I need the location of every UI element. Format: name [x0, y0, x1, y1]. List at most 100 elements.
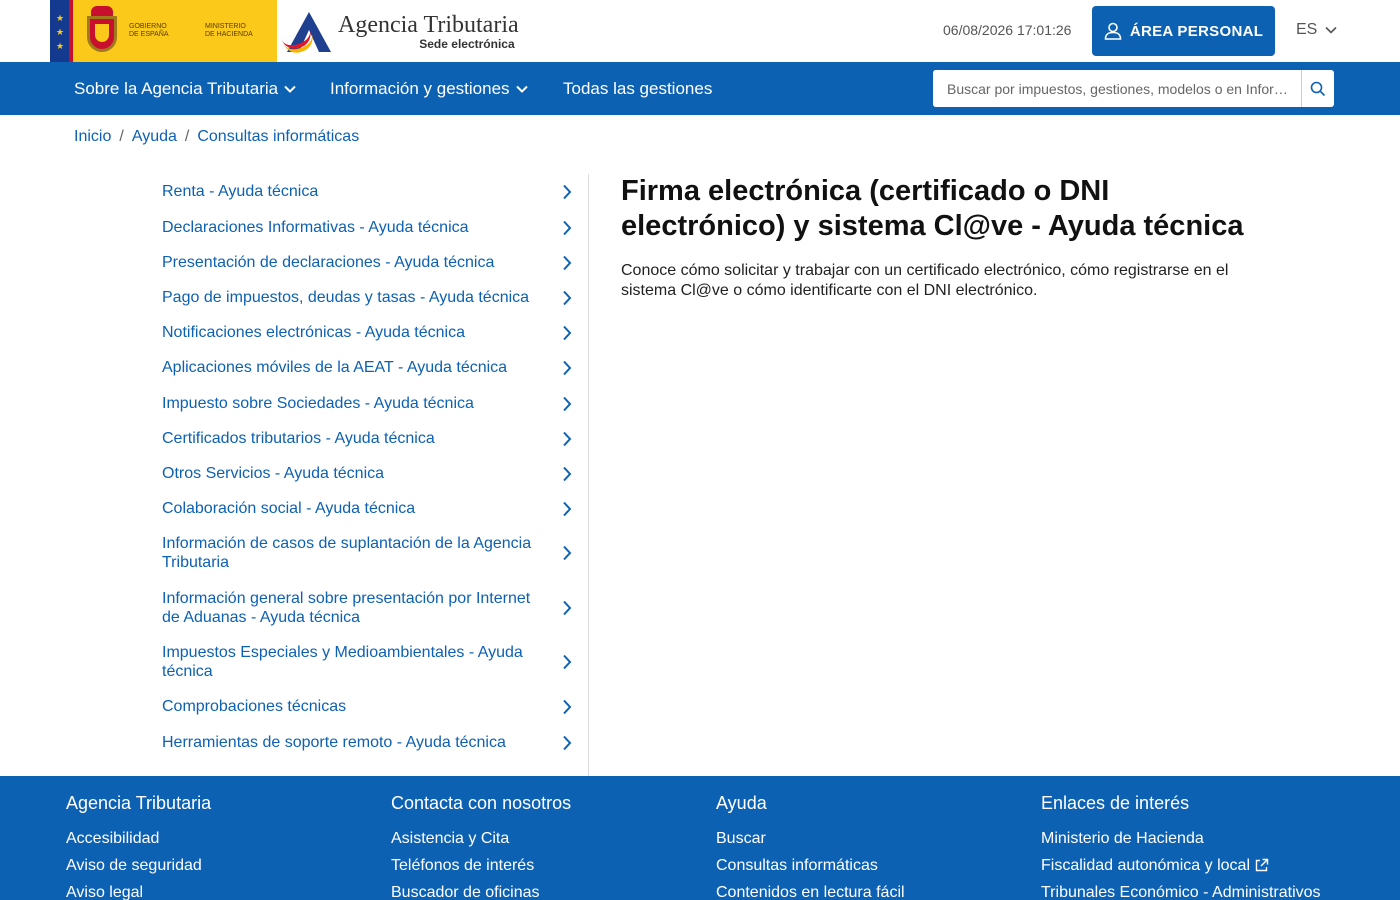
- chevron-right-icon: [563, 396, 572, 411]
- footer-link-ministerio-hacienda[interactable]: Ministerio de Hacienda: [1041, 829, 1321, 848]
- language-selector[interactable]: ES: [1296, 21, 1337, 39]
- chevron-right-icon: [563, 220, 572, 235]
- sidebar-item-certificados-tributarios[interactable]: Certificados tributarios - Ayuda técnica: [162, 429, 572, 448]
- search-input[interactable]: [933, 70, 1301, 107]
- chevron-right-icon: [563, 255, 572, 270]
- chevron-right-icon: [563, 290, 572, 305]
- area-personal-label: ÁREA PERSONAL: [1129, 22, 1264, 40]
- sidebar-item-label: Notificaciones electrónicas - Ayuda técn…: [162, 324, 465, 341]
- government-logo[interactable]: ★ ★ ★ GOBIERNO DE ESPAÑA MINISTERIO DE H…: [50, 0, 277, 62]
- footer-column-ayuda: Ayuda Buscar Consultas informáticas Cont…: [716, 793, 905, 900]
- nav-informacion-gestiones[interactable]: Información y gestiones: [330, 79, 528, 99]
- sidebar-item-label: Información de casos de suplantación de …: [162, 535, 532, 571]
- sidebar-item-pago-impuestos[interactable]: Pago de impuestos, deudas y tasas - Ayud…: [162, 288, 572, 307]
- ministry-label: MINISTERIO DE HACIENDA: [205, 23, 253, 38]
- external-link-icon: [1255, 858, 1269, 872]
- footer-column-enlaces: Enlaces de interés Ministerio de Haciend…: [1041, 793, 1321, 900]
- current-datetime: 06/08/2026 17:01:26: [943, 22, 1072, 38]
- footer-heading: Contacta con nosotros: [391, 793, 572, 813]
- sidebar-item-label: Impuestos Especiales y Medioambientales …: [162, 644, 523, 680]
- chevron-right-icon: [563, 600, 572, 616]
- sidebar-item-impuestos-especiales[interactable]: Impuestos Especiales y Medioambientales …: [162, 643, 572, 681]
- sidebar-item-suplantacion[interactable]: Información de casos de suplantación de …: [162, 534, 572, 572]
- breadcrumb-separator: /: [119, 128, 124, 145]
- sidebar-item-declaraciones-informativas[interactable]: Declaraciones Informativas - Ayuda técni…: [162, 218, 572, 237]
- sidebar-item-comprobaciones-tecnicas[interactable]: Comprobaciones técnicas: [162, 697, 572, 716]
- sidebar-item-aplicaciones-moviles[interactable]: Aplicaciones móviles de la AEAT - Ayuda …: [162, 358, 572, 377]
- breadcrumb: Inicio / Ayuda / Consultas informáticas: [74, 128, 359, 146]
- star-icon: ★: [56, 27, 65, 37]
- footer-link-aviso-seguridad[interactable]: Aviso de seguridad: [66, 856, 211, 875]
- nav-item-label: Información y gestiones: [330, 79, 510, 98]
- footer-link-buscar[interactable]: Buscar: [716, 829, 905, 848]
- footer-column-agencia: Agencia Tributaria Accesibilidad Aviso d…: [66, 793, 211, 900]
- main-navigation: Sobre la Agencia Tributaria Información …: [0, 62, 1400, 115]
- sidebar-item-renta[interactable]: Renta - Ayuda técnica: [162, 182, 572, 201]
- chevron-down-icon: [515, 85, 528, 93]
- chevron-right-icon: [563, 466, 572, 481]
- star-icon: ★: [56, 41, 65, 51]
- top-header: ★ ★ ★ GOBIERNO DE ESPAÑA MINISTERIO DE H…: [0, 0, 1400, 62]
- sidebar-item-colaboracion-social[interactable]: Colaboración social - Ayuda técnica: [162, 499, 572, 518]
- footer-heading: Agencia Tributaria: [66, 793, 212, 813]
- breadcrumb-ayuda[interactable]: Ayuda: [132, 128, 177, 146]
- sidebar-item-notificaciones[interactable]: Notificaciones electrónicas - Ayuda técn…: [162, 323, 572, 342]
- breadcrumb-separator: /: [184, 128, 190, 145]
- chevron-right-icon: [563, 654, 572, 670]
- chevron-right-icon: [563, 360, 572, 375]
- area-personal-button[interactable]: ÁREA PERSONAL: [1092, 6, 1275, 56]
- search-button[interactable]: [1301, 70, 1334, 107]
- footer-link-tribunales[interactable]: Tribunales Económico - Administrativos: [1041, 883, 1321, 900]
- breadcrumb-inicio[interactable]: Inicio: [74, 128, 111, 146]
- chevron-down-icon: [284, 85, 296, 93]
- agencia-tributaria-logo[interactable]: Agencia Tributaria Sede electrónica: [281, 8, 519, 57]
- breadcrumb-consultas-informaticas[interactable]: Consultas informáticas: [197, 128, 359, 146]
- footer: Agencia Tributaria Accesibilidad Aviso d…: [0, 776, 1400, 900]
- footer-link-lectura-facil[interactable]: Contenidos en lectura fácil: [716, 883, 905, 900]
- chevron-right-icon: [563, 184, 572, 199]
- chevron-right-icon: [563, 735, 572, 750]
- sidebar-item-label: Información general sobre presentación p…: [162, 590, 531, 626]
- footer-column-contacta: Contacta con nosotros Asistencia y Cita …: [391, 793, 571, 900]
- government-label: GOBIERNO DE ESPAÑA: [129, 23, 169, 38]
- sidebar-item-otros-servicios[interactable]: Otros Servicios - Ayuda técnica: [162, 464, 572, 483]
- nav-todas-gestiones[interactable]: Todas las gestiones: [563, 79, 712, 99]
- footer-link-buscador-oficinas[interactable]: Buscador de oficinas: [391, 883, 571, 900]
- agency-subtitle: Sede electrónica: [419, 37, 515, 51]
- footer-link-asistencia-cita[interactable]: Asistencia y Cita: [391, 829, 571, 848]
- chevron-right-icon: [563, 545, 572, 561]
- search-bar: [933, 70, 1334, 107]
- sidebar-item-aduanas[interactable]: Información general sobre presentación p…: [162, 589, 572, 627]
- chevron-right-icon: [563, 431, 572, 446]
- footer-link-label: Fiscalidad autonómica y local: [1041, 857, 1250, 874]
- chevron-right-icon: [563, 501, 572, 516]
- chevron-right-icon: [563, 325, 572, 340]
- nav-sobre-agencia[interactable]: Sobre la Agencia Tributaria: [74, 79, 296, 99]
- sidebar-item-impuesto-sociedades[interactable]: Impuesto sobre Sociedades - Ayuda técnic…: [162, 394, 572, 413]
- sidebar-item-label: Certificados tributarios - Ayuda técnica: [162, 430, 435, 447]
- user-icon: [1104, 22, 1122, 40]
- sidebar-item-soporte-remoto[interactable]: Herramientas de soporte remoto - Ayuda t…: [162, 733, 572, 752]
- nav-item-label: Sobre la Agencia Tributaria: [74, 79, 279, 98]
- star-icon: ★: [56, 13, 65, 23]
- sidebar-item-label: Comprobaciones técnicas: [162, 698, 347, 715]
- footer-heading: Ayuda: [716, 793, 767, 813]
- sidebar-item-label: Aplicaciones móviles de la AEAT - Ayuda …: [162, 359, 508, 376]
- sidebar-item-label: Impuesto sobre Sociedades - Ayuda técnic…: [162, 395, 474, 412]
- eu-flag-strip: ★ ★ ★: [50, 0, 73, 62]
- footer-link-fiscalidad[interactable]: Fiscalidad autonómica y local: [1041, 856, 1321, 875]
- page-title: Firma electrónica (certificado o DNI ele…: [621, 175, 1244, 242]
- sidebar-item-label: Colaboración social - Ayuda técnica: [162, 500, 416, 517]
- language-label: ES: [1296, 21, 1318, 38]
- sidebar-item-presentacion-declaraciones[interactable]: Presentación de declaraciones - Ayuda té…: [162, 253, 572, 272]
- agency-logo-icon: [281, 8, 333, 57]
- sidebar-item-label: Declaraciones Informativas - Ayuda técni…: [162, 219, 469, 236]
- footer-link-consultas-informaticas[interactable]: Consultas informáticas: [716, 856, 905, 875]
- footer-link-telefonos[interactable]: Teléfonos de interés: [391, 856, 571, 875]
- page-description: Conoce cómo solicitar y trabajar con un …: [621, 262, 1229, 299]
- footer-link-accesibilidad[interactable]: Accesibilidad: [66, 829, 211, 848]
- sidebar-item-label: Otros Servicios - Ayuda técnica: [162, 465, 385, 482]
- sidebar-item-label: Presentación de declaraciones - Ayuda té…: [162, 254, 495, 271]
- footer-link-aviso-legal[interactable]: Aviso legal: [66, 883, 211, 900]
- agency-title: Agencia Tributaria: [338, 12, 519, 38]
